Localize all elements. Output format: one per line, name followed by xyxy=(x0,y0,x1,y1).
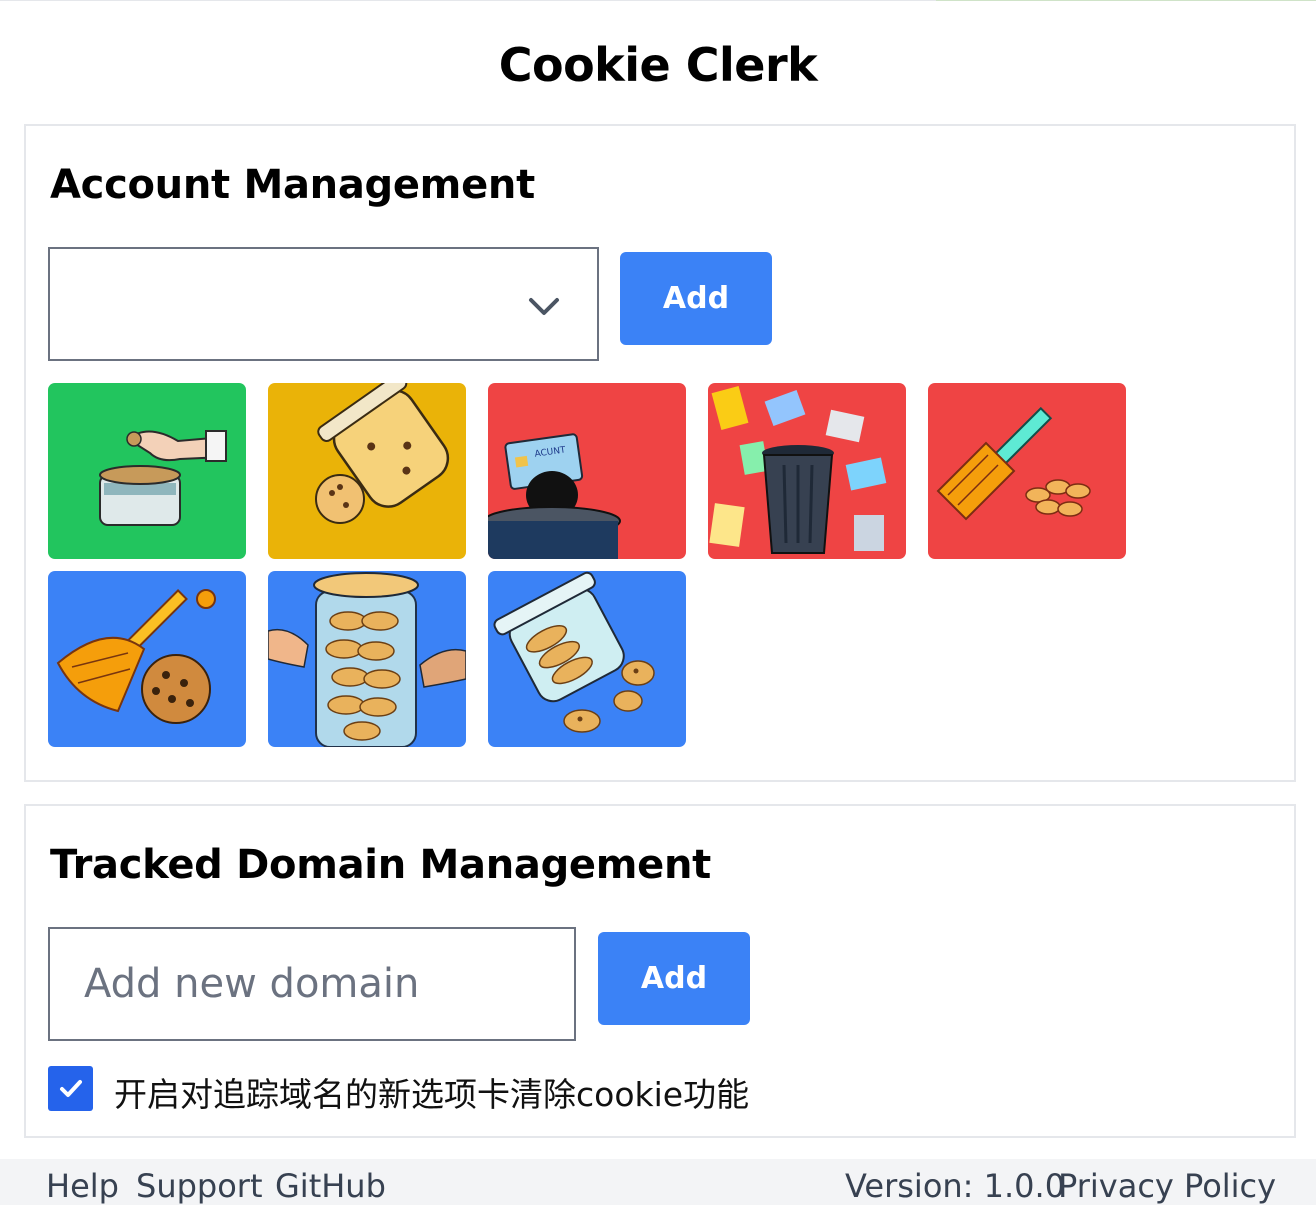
app-title: Cookie Clerk xyxy=(498,38,818,92)
top-border xyxy=(0,0,1316,1)
cookie-jar-hand-icon[interactable] xyxy=(48,383,246,559)
github-link[interactable]: GitHub xyxy=(275,1167,386,1205)
account-card-bin-icon[interactable]: ACUNT xyxy=(488,383,686,559)
account-management-section: Account Management Add ACUNT xyxy=(24,124,1296,782)
spilled-cookie-jar-icon[interactable] xyxy=(268,383,466,559)
full-cookie-jar-icon[interactable] xyxy=(268,571,466,747)
domain-input[interactable] xyxy=(48,927,576,1041)
top-border-accent xyxy=(936,0,1316,1)
checkmark-icon xyxy=(59,1079,82,1097)
clear-cookie-checkbox-label: 开启对追踪域名的新选项卡清除cookie功能 xyxy=(114,1075,750,1114)
version-text: Version: 1.0.0 xyxy=(845,1167,1066,1205)
account-section-title: Account Management xyxy=(50,162,535,208)
help-link[interactable]: Help xyxy=(46,1167,119,1205)
support-link[interactable]: Support xyxy=(136,1167,263,1205)
add-domain-button[interactable]: Add xyxy=(598,932,750,1025)
broom-cookies-icon[interactable] xyxy=(928,383,1126,559)
account-select[interactable] xyxy=(48,247,599,361)
domain-section-title: Tracked Domain Management xyxy=(50,842,711,888)
add-account-button[interactable]: Add xyxy=(620,252,772,345)
privacy-policy-link[interactable]: Privacy Policy xyxy=(1058,1167,1276,1205)
broom-cookie-icon[interactable] xyxy=(48,571,246,747)
chevron-down-icon xyxy=(529,298,559,315)
tipped-cookie-jar-icon[interactable] xyxy=(488,571,686,747)
clear-cookie-checkbox[interactable] xyxy=(48,1066,93,1111)
footer: Help Support GitHub Version: 1.0.0 Priva… xyxy=(0,1159,1316,1205)
tracked-domain-section: Tracked Domain Management Add 开启对追踪域名的新选… xyxy=(24,804,1296,1138)
cards-trash-can-icon[interactable] xyxy=(708,383,906,559)
